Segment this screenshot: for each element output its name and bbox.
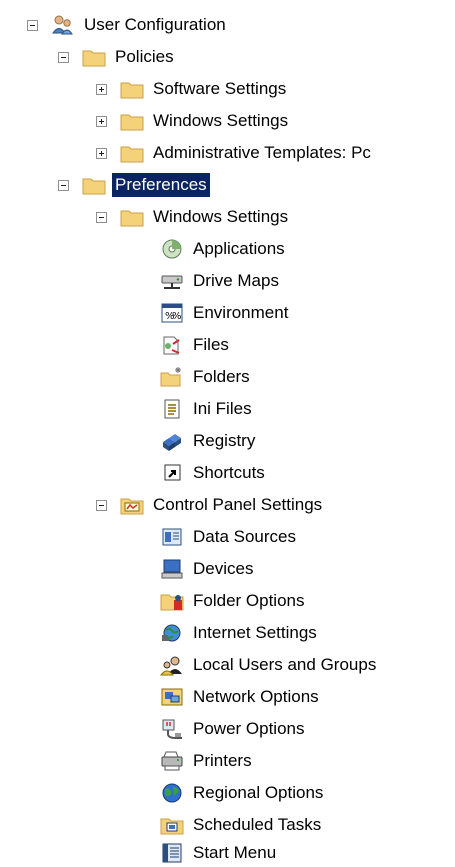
tree-node-label: Devices <box>193 559 254 578</box>
folder-icon <box>120 142 144 164</box>
environment-icon: %% <box>160 302 184 324</box>
tree-node-label-selected: Preferences <box>112 173 210 197</box>
folder-icon <box>120 78 144 100</box>
files-icon <box>160 334 184 356</box>
tree-node-label: Internet Settings <box>193 623 317 642</box>
tree-node-label: Data Sources <box>193 527 296 546</box>
tree-node-label: Power Options <box>193 719 305 738</box>
folder-options-icon <box>160 590 184 612</box>
control-panel-icon <box>120 494 144 516</box>
tree-leaf-internet-settings[interactable]: Internet Settings <box>160 619 320 647</box>
folder-icon <box>120 206 144 228</box>
tree-node-label: Regional Options <box>193 783 324 802</box>
tree-node-label: Drive Maps <box>193 271 279 290</box>
tree-leaf-network-options[interactable]: Network Options <box>160 683 322 711</box>
expand-toggle[interactable] <box>96 83 107 95</box>
shortcuts-icon <box>160 462 184 484</box>
network-options-icon <box>160 686 184 708</box>
tree-leaf-scheduled-tasks[interactable]: Scheduled Tasks <box>160 811 324 839</box>
tree-node-label: Folders <box>193 367 250 386</box>
collapse-toggle[interactable] <box>96 499 107 511</box>
collapse-toggle[interactable] <box>96 211 107 223</box>
tree-node-label: Software Settings <box>153 79 287 98</box>
expand-toggle[interactable] <box>96 115 107 127</box>
tree-node-label: Folder Options <box>193 591 305 610</box>
tree-node-pref-windows-settings[interactable]: Windows Settings <box>96 203 291 231</box>
ini-files-icon <box>160 398 184 420</box>
tree-node-label: Environment <box>193 303 289 322</box>
collapse-toggle[interactable] <box>58 51 69 63</box>
tree-leaf-shortcuts[interactable]: Shortcuts <box>160 459 268 487</box>
data-sources-icon <box>160 526 184 548</box>
tree-node-label: Registry <box>193 431 256 450</box>
internet-settings-icon <box>160 622 184 644</box>
tree-node-label: Files <box>193 335 229 354</box>
tree-node-label: Printers <box>193 751 252 770</box>
tree-leaf-files[interactable]: Files <box>160 331 232 359</box>
tree-node-label: Scheduled Tasks <box>193 815 322 834</box>
folder-icon <box>82 174 106 196</box>
tree-leaf-local-users-and-groups[interactable]: Local Users and Groups <box>160 651 379 679</box>
tree-node-label: Windows Settings <box>153 111 289 130</box>
local-users-icon <box>160 654 184 676</box>
scheduled-tasks-icon <box>160 814 184 836</box>
expand-toggle[interactable] <box>96 147 107 159</box>
tree-leaf-environment[interactable]: %% Environment <box>160 299 291 327</box>
tree-node-preferences[interactable]: Preferences <box>58 171 210 199</box>
tree-node-control-panel-settings[interactable]: Control Panel Settings <box>96 491 325 519</box>
tree-node-windows-settings[interactable]: Windows Settings <box>96 107 291 135</box>
regional-options-icon <box>160 782 184 804</box>
tree-leaf-ini-files[interactable]: Ini Files <box>160 395 255 423</box>
collapse-toggle[interactable] <box>58 179 69 191</box>
tree-leaf-power-options[interactable]: Power Options <box>160 715 308 743</box>
tree-view: User Configuration Policies Software Set… <box>0 0 455 867</box>
tree-node-label: User Configuration <box>84 15 226 34</box>
tree-node-label: Applications <box>193 239 285 258</box>
svg-text:%: % <box>172 311 182 322</box>
tree-node-label: Control Panel Settings <box>153 495 323 514</box>
tree-leaf-devices[interactable]: Devices <box>160 555 256 583</box>
tree-node-label: Shortcuts <box>193 463 265 482</box>
registry-icon <box>160 430 184 452</box>
tree-node-software-settings[interactable]: Software Settings <box>96 75 289 103</box>
tree-node-label: Windows Settings <box>153 207 289 226</box>
tree-node-label: Administrative Templates: Pc <box>153 143 371 162</box>
tree-leaf-regional-options[interactable]: Regional Options <box>160 779 326 807</box>
folder-icon <box>120 110 144 132</box>
devices-icon <box>160 558 184 580</box>
start-menu-icon <box>160 842 184 864</box>
tree-node-user-configuration[interactable]: User Configuration <box>27 11 229 39</box>
printers-icon <box>160 750 184 772</box>
folders-icon <box>160 366 184 388</box>
drive-maps-icon <box>160 270 184 292</box>
folder-icon <box>82 46 106 68</box>
tree-leaf-folders[interactable]: Folders <box>160 363 253 391</box>
tree-leaf-drive-maps[interactable]: Drive Maps <box>160 267 282 295</box>
tree-leaf-data-sources[interactable]: Data Sources <box>160 523 299 551</box>
tree-node-label: Policies <box>115 47 174 66</box>
collapse-toggle[interactable] <box>27 19 38 31</box>
tree-node-label: Ini Files <box>193 399 252 418</box>
applications-icon <box>160 238 184 260</box>
tree-node-policies[interactable]: Policies <box>58 43 177 71</box>
tree-node-administrative-templates[interactable]: Administrative Templates: Pc <box>96 139 374 167</box>
tree-node-label: Start Menu <box>193 843 277 862</box>
tree-node-label: Local Users and Groups <box>193 655 377 674</box>
tree-node-label: Network Options <box>193 687 319 706</box>
tree-leaf-folder-options[interactable]: Folder Options <box>160 587 308 615</box>
tree-leaf-registry[interactable]: Registry <box>160 427 258 455</box>
power-options-icon <box>160 718 184 740</box>
tree-leaf-printers[interactable]: Printers <box>160 747 255 775</box>
user-config-icon <box>51 14 75 36</box>
tree-leaf-start-menu[interactable]: Start Menu <box>160 839 279 867</box>
tree-leaf-applications[interactable]: Applications <box>160 235 288 263</box>
